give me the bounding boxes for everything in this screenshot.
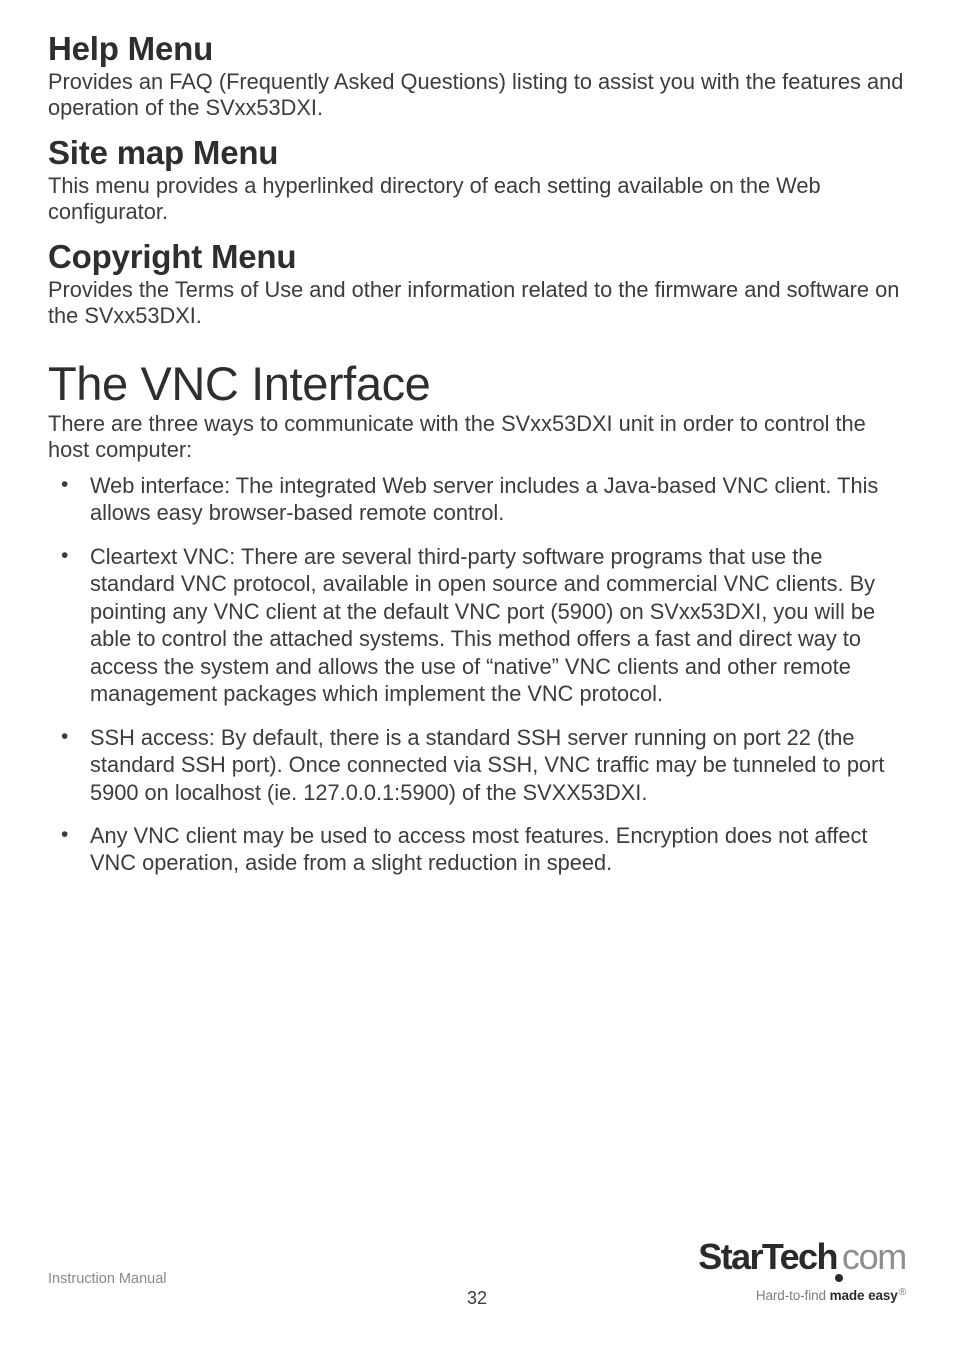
sitemap-menu-heading: Site map Menu [48, 134, 906, 172]
copyright-menu-text: Provides the Terms of Use and other info… [48, 277, 906, 328]
sitemap-menu-text: This menu provides a hyperlinked directo… [48, 173, 906, 224]
list-item: Cleartext VNC: There are several third-p… [48, 543, 906, 708]
footer-page-number: 32 [467, 1288, 487, 1309]
vnc-bullet-list: Web interface: The integrated Web server… [48, 472, 906, 877]
tagline-bold: made easy [830, 1288, 898, 1303]
logo-text-thin: com [842, 1236, 906, 1277]
logo-text-bold: StarTech [698, 1236, 837, 1277]
page-footer: Instruction Manual 32 StarTechcom Hard-t… [48, 1233, 906, 1303]
logo-wordmark: StarTechcom [698, 1239, 906, 1282]
footer-doc-type: Instruction Manual [48, 1271, 166, 1287]
list-item: Any VNC client may be used to access mos… [48, 822, 906, 877]
startech-logo: StarTechcom Hard-to-find made easy® [698, 1239, 906, 1303]
registered-mark-icon: ® [899, 1287, 906, 1298]
logo-tagline: Hard-to-find made easy® [698, 1287, 906, 1303]
vnc-interface-heading: The VNC Interface [48, 356, 906, 411]
vnc-intro-text: There are three ways to communicate with… [48, 411, 906, 462]
tagline-pre: Hard-to-find [756, 1288, 830, 1303]
copyright-menu-heading: Copyright Menu [48, 238, 906, 276]
help-menu-text: Provides an FAQ (Frequently Asked Questi… [48, 69, 906, 120]
list-item: SSH access: By default, there is a stand… [48, 724, 906, 806]
help-menu-heading: Help Menu [48, 30, 906, 68]
list-item: Web interface: The integrated Web server… [48, 472, 906, 527]
